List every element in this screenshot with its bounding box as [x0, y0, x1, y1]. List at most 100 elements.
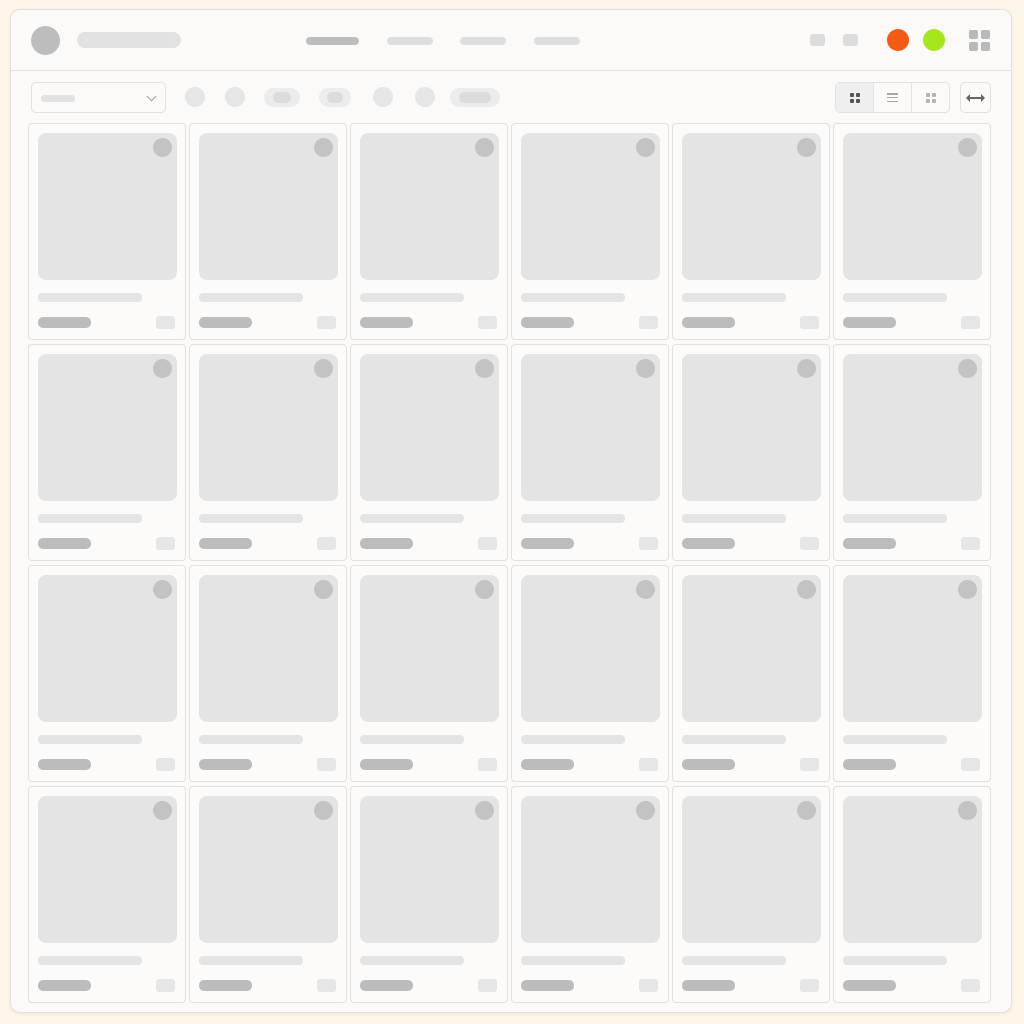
card-action-button[interactable]: [156, 758, 175, 771]
card-action-button[interactable]: [478, 537, 497, 550]
favorite-icon[interactable]: [958, 359, 977, 378]
product-card[interactable]: [189, 786, 347, 1003]
favorite-icon[interactable]: [475, 359, 494, 378]
filter-dropdown[interactable]: [31, 82, 166, 113]
card-price: [521, 759, 574, 770]
card-action-button[interactable]: [156, 979, 175, 992]
filter-chip-6[interactable]: [415, 87, 435, 107]
product-card[interactable]: [833, 565, 991, 782]
card-action-button[interactable]: [961, 316, 980, 329]
product-card[interactable]: [833, 344, 991, 561]
card-action-button[interactable]: [800, 316, 819, 329]
status-dot-green[interactable]: [923, 29, 945, 51]
card-action-button[interactable]: [317, 316, 336, 329]
apps-grid-icon[interactable]: [969, 30, 990, 51]
favorite-icon[interactable]: [153, 138, 172, 157]
card-action-button[interactable]: [961, 537, 980, 550]
card-action-button[interactable]: [961, 979, 980, 992]
product-card[interactable]: [511, 786, 669, 1003]
card-action-button[interactable]: [961, 758, 980, 771]
favorite-icon[interactable]: [797, 138, 816, 157]
filter-chip-5[interactable]: [373, 87, 393, 107]
favorite-icon[interactable]: [958, 801, 977, 820]
filter-chip-4[interactable]: [319, 88, 351, 107]
favorite-icon[interactable]: [797, 359, 816, 378]
favorite-icon[interactable]: [153, 359, 172, 378]
grid-view-button[interactable]: [836, 83, 874, 112]
favorite-icon[interactable]: [153, 580, 172, 599]
product-card[interactable]: [350, 565, 508, 782]
favorite-icon[interactable]: [475, 801, 494, 820]
favorite-icon[interactable]: [797, 801, 816, 820]
favorite-icon[interactable]: [636, 359, 655, 378]
card-title: [360, 293, 464, 302]
favorite-icon[interactable]: [314, 138, 333, 157]
product-card[interactable]: [350, 786, 508, 1003]
product-card[interactable]: [189, 344, 347, 561]
card-action-button[interactable]: [639, 758, 658, 771]
favorite-icon[interactable]: [314, 580, 333, 599]
filter-chip-7[interactable]: [450, 88, 500, 107]
product-card[interactable]: [511, 565, 669, 782]
favorite-icon[interactable]: [797, 580, 816, 599]
favorite-icon[interactable]: [636, 580, 655, 599]
nav-item-3[interactable]: [460, 37, 506, 45]
product-card[interactable]: [833, 786, 991, 1003]
card-action-button[interactable]: [317, 758, 336, 771]
card-action-button[interactable]: [639, 537, 658, 550]
card-action-button[interactable]: [156, 316, 175, 329]
favorite-icon[interactable]: [636, 801, 655, 820]
product-card[interactable]: [350, 123, 508, 340]
product-card[interactable]: [833, 123, 991, 340]
header-action-1[interactable]: [810, 34, 825, 46]
card-title: [360, 514, 464, 523]
product-card[interactable]: [189, 565, 347, 782]
product-card[interactable]: [511, 344, 669, 561]
card-action-button[interactable]: [800, 758, 819, 771]
product-card[interactable]: [28, 344, 186, 561]
compact-view-button[interactable]: [912, 83, 949, 112]
favorite-icon[interactable]: [153, 801, 172, 820]
resize-button[interactable]: [960, 82, 991, 113]
favorite-icon[interactable]: [475, 138, 494, 157]
favorite-icon[interactable]: [314, 801, 333, 820]
product-card[interactable]: [672, 123, 830, 340]
filter-chip-2[interactable]: [225, 87, 245, 107]
product-card[interactable]: [672, 344, 830, 561]
card-action-button[interactable]: [478, 758, 497, 771]
favorite-icon[interactable]: [636, 138, 655, 157]
product-card[interactable]: [511, 123, 669, 340]
product-card[interactable]: [28, 123, 186, 340]
header-action-2[interactable]: [843, 34, 858, 46]
card-price: [38, 317, 91, 328]
filter-chip-3[interactable]: [264, 88, 300, 107]
card-action-button[interactable]: [639, 316, 658, 329]
list-view-button[interactable]: [874, 83, 912, 112]
favorite-icon[interactable]: [314, 359, 333, 378]
card-action-button[interactable]: [156, 537, 175, 550]
list-view-icon: [887, 93, 898, 102]
product-card[interactable]: [28, 786, 186, 1003]
favorite-icon[interactable]: [958, 138, 977, 157]
nav-item-2[interactable]: [387, 37, 433, 45]
status-dot-orange[interactable]: [887, 29, 909, 51]
card-action-button[interactable]: [478, 316, 497, 329]
product-card[interactable]: [672, 565, 830, 782]
product-card[interactable]: [28, 565, 186, 782]
nav-item-4[interactable]: [534, 37, 580, 45]
favorite-icon[interactable]: [475, 580, 494, 599]
favorite-icon[interactable]: [958, 580, 977, 599]
nav-item-1[interactable]: [306, 37, 359, 45]
product-card[interactable]: [672, 786, 830, 1003]
product-card[interactable]: [350, 344, 508, 561]
card-action-button[interactable]: [639, 979, 658, 992]
card-action-button[interactable]: [800, 979, 819, 992]
avatar[interactable]: [31, 26, 60, 55]
card-price: [199, 980, 252, 991]
card-action-button[interactable]: [800, 537, 819, 550]
filter-chip-1[interactable]: [185, 87, 205, 107]
card-action-button[interactable]: [317, 979, 336, 992]
card-action-button[interactable]: [478, 979, 497, 992]
product-card[interactable]: [189, 123, 347, 340]
card-action-button[interactable]: [317, 537, 336, 550]
